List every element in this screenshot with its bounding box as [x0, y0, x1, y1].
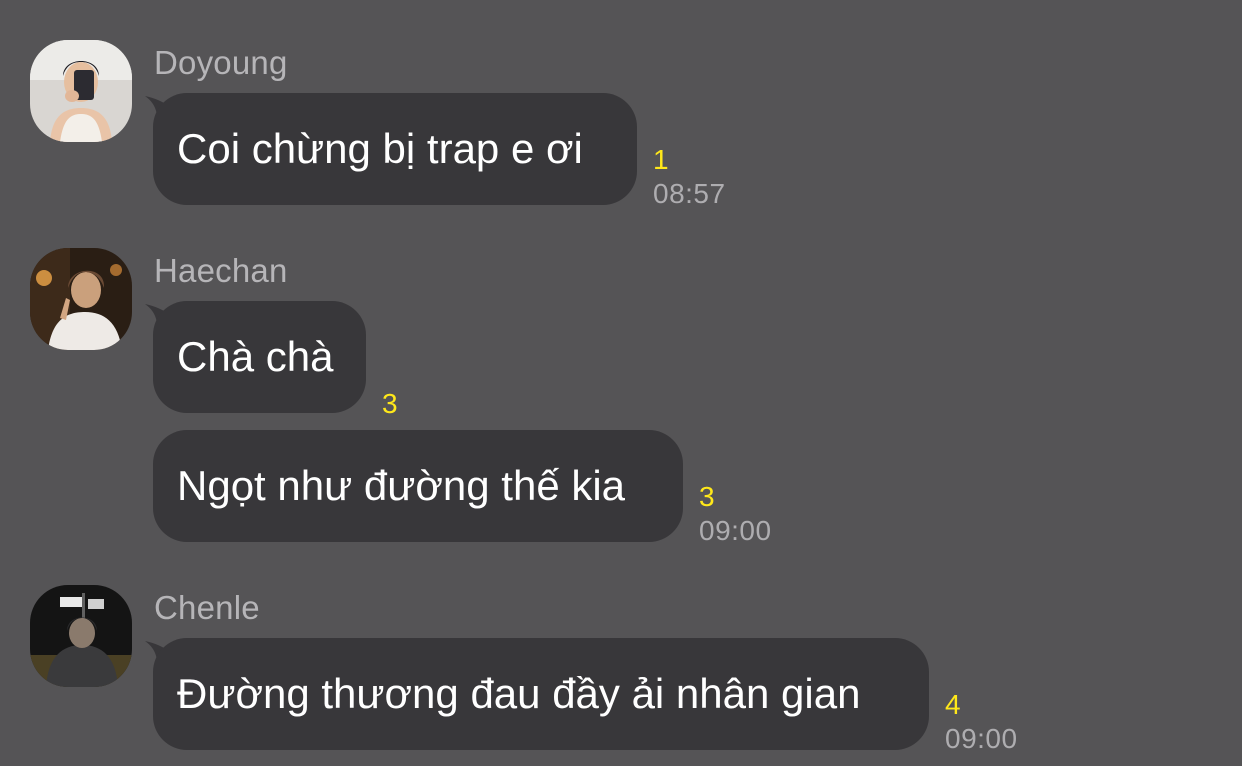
sender-name: Haechan — [154, 252, 288, 289]
avatar-chenle[interactable] — [30, 585, 132, 687]
sender-name: Doyoung — [154, 44, 288, 81]
unread-count: 3 — [699, 481, 715, 512]
message-bubble[interactable]: Coi chừng bị trap e ơi — [153, 93, 637, 205]
sender-name: Chenle — [154, 589, 260, 626]
avatar-doyoung[interactable] — [30, 40, 132, 142]
message-bubble[interactable]: Ngọt như đường thế kia — [153, 430, 683, 542]
message-time: 08:57 — [653, 178, 726, 209]
profile-photo-chenle-icon — [30, 585, 132, 687]
unread-count: 4 — [945, 689, 961, 720]
message-bubble[interactable]: Chà chà — [153, 301, 366, 413]
profile-photo-doyoung-icon — [30, 40, 132, 142]
unread-count: 3 — [382, 388, 398, 419]
avatar-haechan[interactable] — [30, 248, 132, 350]
unread-count: 1 — [653, 144, 669, 175]
message-time: 09:00 — [945, 723, 1018, 754]
message-time: 09:00 — [699, 515, 772, 546]
profile-photo-haechan-icon — [30, 248, 132, 350]
message-bubble[interactable]: Đường thương đau đầy ải nhân gian — [153, 638, 929, 750]
